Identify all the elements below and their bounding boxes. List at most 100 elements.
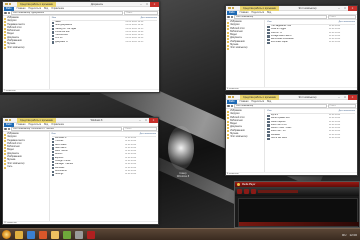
taskbar-browser-icon[interactable] bbox=[27, 230, 35, 239]
properties-icon[interactable] bbox=[8, 2, 11, 6]
video-area[interactable] bbox=[238, 198, 359, 227]
ribbon-tab-view[interactable]: Вид bbox=[267, 12, 271, 14]
close-button[interactable]: × bbox=[348, 95, 357, 100]
ribbon-tab-file[interactable]: Файл bbox=[4, 6, 14, 11]
ribbon-tab-home[interactable]: Главная bbox=[240, 12, 249, 14]
start-button[interactable] bbox=[2, 230, 11, 239]
taskbar-player-icon[interactable] bbox=[87, 230, 95, 239]
column-header-name[interactable]: Имя bbox=[267, 21, 338, 24]
nav-item[interactable]: Сеть bbox=[4, 166, 48, 169]
file-row[interactable]: Документ A 01.01.2013 10:35 bbox=[51, 41, 157, 44]
column-header-date[interactable]: Дата изменения bbox=[339, 110, 355, 113]
address-bar[interactable]: Этот компьютер › Документы bbox=[11, 11, 124, 15]
navigation-pane: Избранное Загрузки Недавние места Рабочи… bbox=[3, 132, 50, 221]
forward-arrow-icon[interactable] bbox=[7, 11, 10, 15]
next-button[interactable] bbox=[251, 189, 256, 194]
computer-icon bbox=[4, 47, 7, 50]
column-header-name[interactable]: Имя bbox=[52, 133, 140, 136]
folder-icon bbox=[227, 24, 230, 27]
back-arrow-icon[interactable] bbox=[227, 104, 230, 108]
taskbar-folder-icon[interactable] bbox=[51, 230, 59, 239]
ribbon-tab-file[interactable]: Файл bbox=[4, 122, 14, 127]
file-row[interactable]: Nun & Bbf Dlloc 01.01.2013 bbox=[267, 137, 355, 140]
forward-arrow-icon[interactable] bbox=[230, 15, 233, 19]
ribbon-tab-share[interactable]: Поделиться bbox=[28, 124, 41, 126]
address-bar[interactable]: Этот компьютер bbox=[234, 15, 327, 19]
folder-icon bbox=[227, 38, 230, 41]
ribbon-tab-home[interactable]: Главная bbox=[17, 8, 26, 10]
ribbon-tab-view[interactable]: Вид bbox=[267, 101, 271, 103]
column-header-date[interactable]: Дата изменения bbox=[141, 17, 157, 20]
ribbon-tab-home[interactable]: Главная bbox=[17, 124, 26, 126]
file-icon bbox=[51, 157, 54, 160]
back-arrow-icon[interactable] bbox=[4, 127, 7, 131]
navigation-pane: Избранное Загрузки Рабочий стол Библиоте… bbox=[226, 20, 266, 87]
ribbon-tab-share[interactable]: Поделиться bbox=[251, 101, 264, 103]
media-player-window[interactable]: Media Player bbox=[234, 181, 360, 228]
ribbon-tab-view[interactable]: Вид bbox=[44, 124, 48, 126]
explorer-window-software[interactable]: Средства работы с ярлыками Этот компьюте… bbox=[225, 94, 358, 176]
title-bar[interactable]: Средства работы с ярлыками Этот компьюте… bbox=[226, 6, 357, 11]
file-icon bbox=[51, 170, 54, 173]
stop-button[interactable] bbox=[244, 189, 249, 194]
ribbon-tab-manage[interactable]: Управление bbox=[51, 8, 64, 10]
address-bar[interactable]: Этот компьютер › Windows 8 › Themes bbox=[11, 127, 123, 131]
nav-item[interactable]: Этот компьютер bbox=[4, 47, 48, 50]
search-input[interactable]: Поиск bbox=[124, 11, 158, 15]
ribbon-tab-file[interactable]: Файл bbox=[227, 10, 237, 15]
title-bar[interactable]: Средства работы с ярлыками Документы – □ × bbox=[3, 2, 159, 7]
quick-access-toolbar[interactable] bbox=[3, 2, 17, 7]
close-button[interactable]: × bbox=[149, 118, 158, 123]
ribbon-tab-view[interactable]: Вид bbox=[44, 8, 48, 10]
explorer-window-documents[interactable]: Средства работы с ярлыками Документы – □ ×… bbox=[2, 1, 160, 93]
forward-arrow-icon[interactable] bbox=[230, 104, 233, 108]
quick-access-toolbar[interactable] bbox=[226, 6, 240, 11]
properties-icon[interactable] bbox=[8, 118, 11, 122]
nav-item[interactable]: Этот компьютер bbox=[227, 47, 263, 51]
folder-icon bbox=[227, 113, 230, 116]
clock[interactable]: 12:00 bbox=[349, 233, 357, 237]
quick-access-toolbar[interactable] bbox=[3, 118, 17, 123]
context-tab[interactable]: Средства работы с ярлыками bbox=[17, 118, 56, 123]
nav-item[interactable]: Этот компьютер bbox=[227, 136, 263, 140]
properties-icon[interactable] bbox=[231, 6, 234, 10]
title-bar[interactable]: Средства работы с ярлыками Этот компьюте… bbox=[226, 95, 357, 100]
taskbar-media-icon[interactable] bbox=[39, 230, 47, 239]
properties-icon[interactable] bbox=[231, 95, 234, 99]
title-bar[interactable]: Средства работы с ярлыками Windows 8 – □ × bbox=[3, 118, 158, 123]
seek-slider[interactable] bbox=[258, 190, 298, 193]
context-tab[interactable]: Средства работы с ярлыками bbox=[17, 2, 56, 7]
taskbar-store-icon[interactable] bbox=[63, 230, 71, 239]
close-button[interactable]: × bbox=[150, 2, 159, 7]
explorer-window-this-pc[interactable]: Средства работы с ярлыками Этот компьюте… bbox=[225, 5, 358, 91]
column-header-name[interactable]: Имя bbox=[267, 110, 338, 113]
quick-access-toolbar[interactable] bbox=[226, 95, 240, 100]
language-indicator[interactable]: RU bbox=[342, 233, 346, 237]
context-tab[interactable]: Средства работы с ярлыками bbox=[240, 6, 279, 11]
search-input[interactable]: Поиск bbox=[327, 104, 356, 108]
search-input[interactable]: Поиск bbox=[123, 127, 157, 131]
file-row[interactable]: Run Rider Paper 01.01.2013 bbox=[267, 41, 355, 45]
forward-arrow-icon[interactable] bbox=[7, 127, 10, 131]
taskbar-explorer-icon[interactable] bbox=[15, 230, 23, 239]
ribbon-tab-home[interactable]: Главная bbox=[240, 101, 249, 103]
back-arrow-icon[interactable] bbox=[4, 11, 7, 15]
ribbon-tab-share[interactable]: Поделиться bbox=[251, 12, 264, 14]
play-button[interactable] bbox=[237, 189, 242, 194]
ribbon-tab-file[interactable]: Файл bbox=[227, 99, 237, 104]
close-button[interactable]: × bbox=[348, 6, 357, 11]
explorer-window-themes[interactable]: Средства работы с ярлыками Windows 8 – □ ×… bbox=[2, 117, 159, 225]
ribbon-tab-share[interactable]: Поделиться bbox=[28, 8, 41, 10]
status-bar: 8 элементов bbox=[226, 172, 357, 175]
column-header-date[interactable]: Дата изменения bbox=[140, 133, 156, 136]
file-row[interactable]: Settings 01.01.2013 bbox=[51, 173, 157, 176]
ribbon-tab-manage[interactable]: Управление bbox=[51, 124, 64, 126]
column-header-name[interactable]: Имя bbox=[52, 17, 141, 20]
context-tab[interactable]: Средства работы с ярлыками bbox=[240, 95, 279, 100]
back-arrow-icon[interactable] bbox=[227, 15, 230, 19]
file-icon bbox=[51, 150, 54, 153]
search-input[interactable]: Поиск bbox=[327, 15, 356, 19]
column-header-date[interactable]: Дата изменения bbox=[339, 21, 355, 24]
taskbar-mail-icon[interactable] bbox=[75, 230, 83, 239]
address-bar[interactable]: Этот компьютер bbox=[234, 104, 327, 108]
